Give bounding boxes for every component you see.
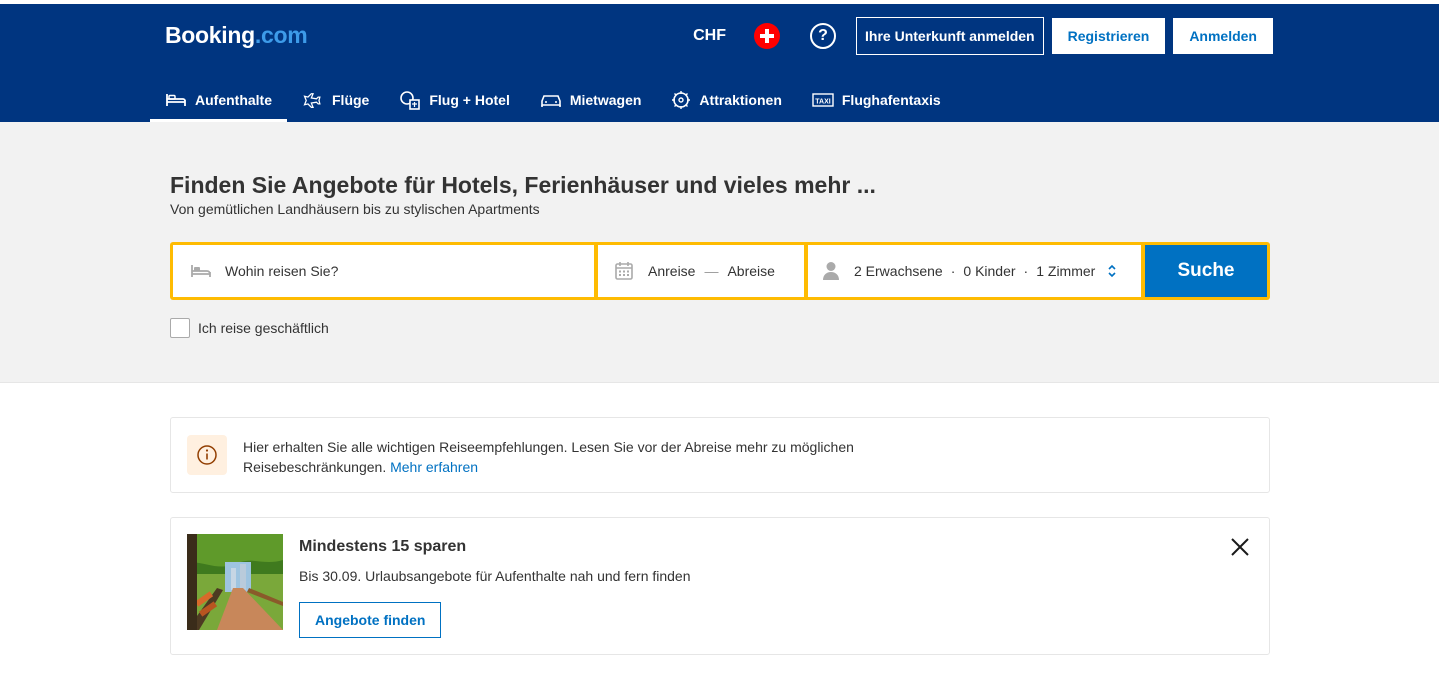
plane-icon	[303, 93, 321, 108]
nav-label: Mietwagen	[569, 92, 642, 108]
hero-title: Finden Sie Angebote für Hotels, Ferienhä…	[170, 172, 876, 198]
booking-logo[interactable]: Booking.com	[165, 22, 308, 49]
travel-advice-banner: Hier erhalten Sie alle wichtigen Reiseem…	[170, 417, 1270, 493]
bed-icon	[166, 94, 186, 106]
currency-selector[interactable]: CHF	[693, 27, 726, 45]
find-deals-button[interactable]: Angebote finden	[299, 602, 442, 638]
nav-item-car-rental[interactable]: Mietwagen	[525, 78, 657, 122]
svg-text:TAXI: TAXI	[815, 99, 830, 106]
help-icon[interactable]: ?	[810, 23, 837, 49]
chevron-up-down-icon	[1108, 264, 1116, 278]
main-nav: Aufenthalte Flüge Flug + Hotel Mietwagen…	[150, 78, 956, 122]
site-header: Booking.com CHF ? Ihre Unterkunft anmeld…	[0, 4, 1439, 122]
nav-item-attractions[interactable]: Attraktionen	[656, 78, 796, 122]
search-button[interactable]: Suche	[1145, 245, 1267, 297]
taxi-icon: TAXI	[812, 93, 834, 107]
date-field[interactable]: Anreise — Abreise	[598, 245, 804, 297]
nav-label: Aufenthalte	[195, 92, 272, 108]
logo-dot-text: .com	[254, 22, 308, 48]
hero-subtitle: Von gemütlichen Landhäusern bis zu styli…	[170, 201, 540, 217]
car-icon	[541, 95, 561, 107]
search-bar: Wohin reisen Sie? Anreise — Abreise 2 Er…	[170, 242, 1270, 300]
business-travel-option[interactable]: Ich reise geschäftlich	[170, 318, 329, 338]
business-travel-checkbox[interactable]	[170, 318, 190, 338]
guest-separator: ·	[950, 263, 956, 279]
nav-label: Flug + Hotel	[429, 92, 510, 108]
business-travel-label: Ich reise geschäftlich	[198, 320, 329, 336]
guests-field[interactable]: 2 Erwachsene · 0 Kinder · 1 Zimmer	[808, 245, 1141, 297]
checkout-date[interactable]: Abreise	[727, 263, 774, 279]
nav-item-flight-hotel[interactable]: Flug + Hotel	[384, 78, 525, 122]
list-property-button[interactable]: Ihre Unterkunft anmelden	[856, 17, 1044, 55]
nav-item-flights[interactable]: Flüge	[287, 78, 384, 122]
travel-advice-text: Hier erhalten Sie alle wichtigen Reiseem…	[243, 437, 943, 477]
calendar-icon	[615, 262, 633, 280]
learn-more-link[interactable]: Mehr erfahren	[390, 459, 478, 475]
promo-park-image	[187, 534, 283, 630]
attractions-icon	[672, 91, 691, 109]
nav-item-stays[interactable]: Aufenthalte	[150, 78, 287, 122]
signin-button[interactable]: Anmelden	[1173, 18, 1273, 54]
search-hero: Finden Sie Angebote für Hotels, Ferienhä…	[0, 122, 1439, 383]
guest-separator: ·	[1023, 263, 1029, 279]
flight-hotel-icon	[400, 91, 421, 110]
register-button[interactable]: Registrieren	[1051, 18, 1166, 54]
person-icon	[823, 262, 839, 280]
adults-count: 2 Erwachsene	[854, 263, 943, 279]
header-actions: CHF ? Ihre Unterkunft anmelden Registrie…	[693, 17, 1273, 55]
nav-item-airport-taxis[interactable]: TAXI Flughafentaxis	[797, 78, 956, 122]
swiss-flag-icon[interactable]	[754, 23, 781, 49]
nav-label: Flughafentaxis	[841, 92, 941, 108]
info-icon	[187, 435, 227, 475]
bed-icon	[191, 265, 211, 277]
close-icon[interactable]	[1229, 536, 1251, 558]
children-count: 0 Kinder	[963, 263, 1016, 279]
promo-subtitle: Bis 30.09. Urlaubsangebote für Aufenthal…	[299, 568, 691, 584]
nav-label: Attraktionen	[699, 92, 782, 108]
nav-label: Flüge	[332, 92, 370, 108]
logo-main-text: Booking	[165, 22, 255, 48]
checkin-date[interactable]: Anreise	[648, 263, 695, 279]
destination-input[interactable]: Wohin reisen Sie?	[225, 263, 338, 279]
destination-field[interactable]: Wohin reisen Sie?	[173, 245, 594, 297]
rooms-count: 1 Zimmer	[1036, 263, 1096, 279]
travel-advice-body: Hier erhalten Sie alle wichtigen Reiseem…	[243, 439, 854, 475]
date-separator: —	[704, 263, 719, 279]
promo-title: Mindestens 15 sparen	[299, 538, 467, 555]
promo-card: Mindestens 15 sparen Bis 30.09. Urlaubsa…	[170, 517, 1270, 655]
